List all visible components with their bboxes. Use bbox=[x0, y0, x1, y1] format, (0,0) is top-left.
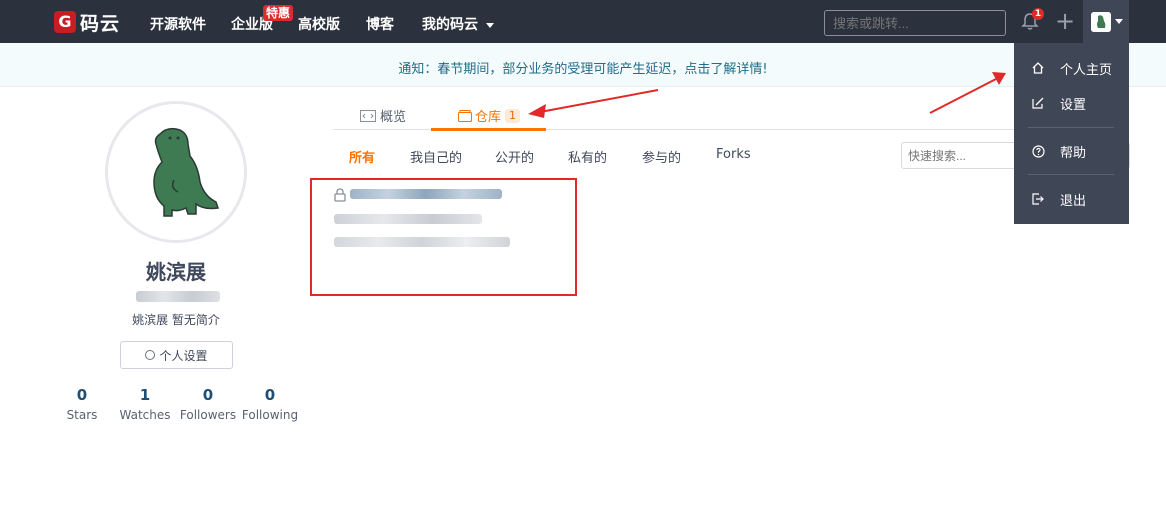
menu-item-label: 帮助 bbox=[1060, 145, 1087, 161]
top-navbar: G 码云 开源软件 企业版 特惠 高校版 博客 我的码云 1 + bbox=[0, 0, 1166, 43]
menu-item-homepage[interactable]: 个人主页 bbox=[1014, 55, 1129, 81]
notice-text[interactable]: 通知：春节期间，部分业务的受理可能产生延迟，点击了解详情! bbox=[0, 58, 1166, 77]
menu-item-help[interactable]: 帮助 bbox=[1014, 138, 1129, 164]
plus-icon[interactable]: + bbox=[1055, 7, 1075, 35]
profile-settings-label: 个人设置 bbox=[159, 348, 208, 363]
stat-label: Following bbox=[241, 408, 299, 422]
profile-username-blurred bbox=[136, 291, 220, 302]
menu-divider bbox=[1028, 174, 1114, 175]
help-icon bbox=[1032, 144, 1045, 158]
gitee-logo[interactable]: G 码云 bbox=[54, 10, 121, 35]
menu-item-settings[interactable]: 设置 bbox=[1014, 90, 1129, 116]
nav-link-blog[interactable]: 博客 bbox=[366, 14, 394, 34]
profile-avatar[interactable] bbox=[105, 101, 247, 243]
avatar[interactable] bbox=[1091, 12, 1111, 32]
hot-badge: 特惠 bbox=[263, 5, 294, 21]
stat-value: 0 bbox=[76, 386, 88, 404]
code-window-icon bbox=[360, 109, 376, 122]
stat-label: Watches bbox=[119, 408, 171, 422]
repo-name-blurred[interactable] bbox=[350, 189, 502, 199]
annotation-arrow-repos bbox=[528, 89, 659, 118]
stat-watches[interactable]: 1 Watches bbox=[113, 386, 177, 422]
profile-settings-button[interactable]: 个人设置 bbox=[120, 341, 233, 369]
nav-link-education[interactable]: 高校版 bbox=[298, 14, 340, 34]
repo-meta-blurred bbox=[334, 237, 510, 247]
home-icon bbox=[1032, 62, 1044, 74]
edit-icon bbox=[1032, 97, 1044, 109]
menu-item-label: 设置 bbox=[1060, 97, 1087, 113]
stat-value: 0 bbox=[264, 386, 276, 404]
chevron-down-icon bbox=[485, 22, 494, 28]
stat-followers[interactable]: 0 Followers bbox=[176, 386, 240, 422]
tab-overview-label: 概览 bbox=[380, 110, 407, 125]
user-dropdown-menu: 个人主页 设置 帮助 退出 bbox=[1014, 43, 1129, 224]
logo-icon: G bbox=[54, 11, 76, 33]
repo-count-badge: 1 bbox=[505, 108, 521, 123]
quick-search-input[interactable] bbox=[901, 142, 1030, 169]
nav-link-open-source[interactable]: 开源软件 bbox=[150, 14, 206, 34]
nav-link-my-gitee[interactable]: 我的码云 bbox=[422, 14, 494, 34]
menu-item-logout[interactable]: 退出 bbox=[1014, 186, 1129, 212]
menu-item-label: 退出 bbox=[1060, 193, 1087, 209]
filter-forks[interactable]: Forks bbox=[716, 147, 751, 162]
stat-value: 0 bbox=[202, 386, 214, 404]
profile-name: 姚滨展 bbox=[146, 260, 206, 284]
filter-all[interactable]: 所有 bbox=[349, 147, 375, 166]
user-menu-chevron-icon bbox=[1115, 19, 1123, 24]
tab-repositories[interactable]: 仓库 1 bbox=[458, 106, 521, 125]
stat-stars[interactable]: 0 Stars bbox=[50, 386, 114, 422]
profile-bio: 姚滨展 暂无简介 bbox=[132, 313, 220, 327]
tab-repositories-label: 仓库 bbox=[475, 110, 502, 125]
filter-participated[interactable]: 参与的 bbox=[642, 147, 681, 166]
my-gitee-label: 我的码云 bbox=[422, 17, 478, 33]
stat-following[interactable]: 0 Following bbox=[238, 386, 302, 422]
logout-icon bbox=[1032, 193, 1044, 205]
filter-public[interactable]: 公开的 bbox=[495, 147, 534, 166]
stat-value: 1 bbox=[139, 386, 151, 404]
repo-description-blurred bbox=[334, 214, 482, 224]
notification-count-badge: 1 bbox=[1032, 8, 1044, 20]
dinosaur-avatar-icon bbox=[153, 127, 219, 217]
repo-icon bbox=[458, 109, 472, 122]
tab-active-indicator bbox=[431, 128, 546, 131]
filter-private[interactable]: 私有的 bbox=[568, 147, 607, 166]
stat-label: Stars bbox=[66, 408, 98, 422]
global-search-input[interactable] bbox=[824, 10, 1006, 36]
filter-mine[interactable]: 我自己的 bbox=[410, 147, 462, 166]
menu-item-label: 个人主页 bbox=[1060, 62, 1113, 78]
gear-icon bbox=[145, 350, 156, 360]
lock-icon bbox=[334, 188, 346, 202]
stat-label: Followers bbox=[179, 408, 237, 422]
logo-text: 码云 bbox=[80, 12, 121, 35]
notice-bar: 通知：春节期间，部分业务的受理可能产生延迟，点击了解详情! bbox=[0, 43, 1166, 87]
menu-divider bbox=[1028, 127, 1114, 128]
tab-overview[interactable]: 概览 bbox=[360, 106, 406, 125]
